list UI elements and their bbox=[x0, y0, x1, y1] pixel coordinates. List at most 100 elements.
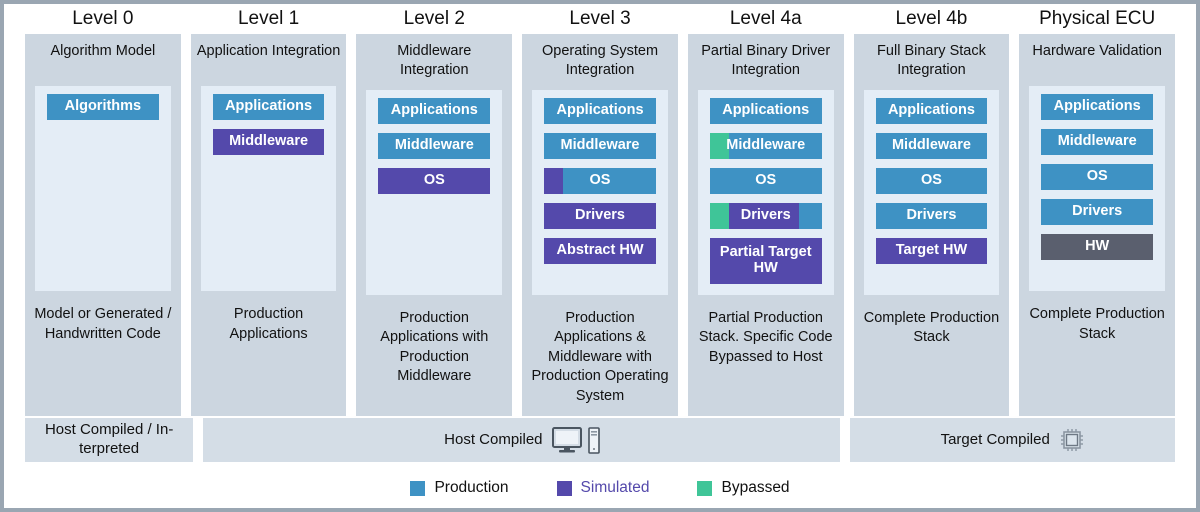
column-title: Application Integration bbox=[196, 43, 341, 59]
legend-swatch bbox=[697, 480, 713, 496]
layer-label: OS bbox=[1086, 168, 1108, 185]
stack-layer[interactable]: Middleware bbox=[544, 132, 656, 159]
legend: Production Simulated Bypassed bbox=[4, 468, 1196, 508]
layer-label: Applications bbox=[225, 98, 313, 115]
stack-layer[interactable]: Drivers bbox=[544, 202, 656, 229]
level-title: Level 2 bbox=[403, 8, 465, 29]
software-stack: Applications Middleware OS Drivers HW bbox=[1029, 86, 1166, 291]
stack-layer[interactable]: Partial Target HW bbox=[709, 237, 822, 284]
stack-layer[interactable]: Drivers bbox=[875, 202, 988, 229]
level-title: Level 4b bbox=[895, 8, 968, 29]
tower-icon bbox=[587, 426, 600, 454]
layer-label: Target HW bbox=[895, 242, 968, 259]
level-column[interactable]: Middleware Integration Applications Middle… bbox=[356, 34, 513, 416]
layer-label: Drivers bbox=[740, 207, 791, 224]
stack-layer[interactable]: Applications bbox=[378, 97, 491, 124]
stack-layer[interactable]: Applications bbox=[875, 97, 988, 124]
stack-layer[interactable]: Algorithms bbox=[47, 94, 159, 120]
software-stack: Algorithms bbox=[35, 86, 171, 291]
column-title: Full Binary Stack Integration bbox=[877, 43, 986, 78]
software-stack: Applications Middleware OS Drivers Abstract … bbox=[532, 89, 668, 295]
band-icons bbox=[551, 426, 600, 454]
band-label: Host Compiled bbox=[444, 430, 543, 448]
layer-label: Applications bbox=[722, 102, 810, 119]
stack-layer[interactable]: HW bbox=[1041, 234, 1154, 260]
legend-label: Simulated bbox=[580, 479, 650, 496]
software-stack: Applications Middleware OS bbox=[366, 89, 503, 295]
legend-item: Simulated bbox=[556, 479, 650, 497]
stack-layer[interactable]: Middleware bbox=[1041, 129, 1154, 155]
layer-label: Drivers bbox=[575, 207, 625, 224]
band-icons bbox=[1059, 427, 1085, 453]
legend-label: Production bbox=[434, 479, 509, 496]
stack-layer[interactable]: Middleware bbox=[212, 129, 325, 155]
compilation-band[interactable]: Host Compiled / In-terpreted bbox=[25, 418, 194, 462]
stack-layer[interactable]: Middleware bbox=[875, 132, 988, 159]
level-column[interactable]: Hardware Validation Applications Middlewar… bbox=[1019, 34, 1176, 416]
layer-label: Middleware bbox=[726, 137, 806, 154]
software-stack: Applications Middleware OS Drivers Partial T… bbox=[697, 89, 834, 295]
layer-label: OS bbox=[920, 172, 942, 189]
layer-segment bbox=[799, 202, 822, 229]
level-column[interactable]: Partial Binary Driver Integration Applica… bbox=[687, 34, 844, 416]
column-description: Complete Production Stack bbox=[863, 309, 1000, 346]
stack-layer[interactable]: OS bbox=[875, 167, 988, 194]
stack-layer[interactable]: OS bbox=[378, 167, 491, 194]
column-description: Model or Generated / Handwritten Code bbox=[34, 306, 172, 342]
layer-label: Applications bbox=[390, 102, 478, 119]
stack-layer[interactable]: Drivers bbox=[709, 202, 822, 229]
stack-layer[interactable]: Applications bbox=[212, 94, 325, 120]
legend-item: Bypassed bbox=[697, 479, 790, 497]
stack-layer[interactable]: OS bbox=[544, 167, 656, 194]
stack-layer[interactable]: Applications bbox=[544, 97, 656, 124]
layer-label: Middleware bbox=[891, 137, 971, 154]
layer-label: Drivers bbox=[1072, 203, 1123, 220]
level-title: Level 3 bbox=[569, 8, 631, 29]
layer-label: OS bbox=[589, 172, 611, 189]
layer-label: Middleware bbox=[560, 137, 640, 154]
legend-swatch bbox=[556, 480, 572, 496]
band-label: Host Compiled / In-terpreted bbox=[44, 421, 174, 457]
compilation-band[interactable]: Target Compiled bbox=[850, 418, 1175, 462]
stack-layer[interactable]: OS bbox=[1041, 164, 1154, 190]
level-columns: Algorithm Model Algorithms Model or Genera… bbox=[4, 34, 1196, 416]
column-description: Production Applications with Production … bbox=[380, 309, 489, 385]
column-description: Production Applications & Middleware wit… bbox=[531, 309, 669, 404]
level-column[interactable]: Full Binary Stack Integration Application… bbox=[853, 34, 1010, 416]
layer-label: Applications bbox=[1053, 98, 1141, 115]
level-title: Level 0 bbox=[72, 8, 134, 29]
levels-header-row: Level 0 Level 1 Level 2 Level 3 Level 4a Leve… bbox=[4, 4, 1196, 34]
stack-layer[interactable]: Applications bbox=[1041, 94, 1154, 120]
layer-label: OS bbox=[755, 172, 777, 189]
column-title: Middleware Integration bbox=[397, 43, 472, 78]
software-stack: Applications Middleware OS Drivers Target HW bbox=[863, 89, 1000, 295]
stack-layer[interactable]: Middleware bbox=[378, 132, 491, 159]
compilation-bands: Host Compiled / In-terpreted Host Compile… bbox=[4, 418, 1196, 462]
layer-label: Drivers bbox=[906, 207, 957, 224]
layer-label: Middleware bbox=[1057, 133, 1137, 150]
layer-label: Middleware bbox=[229, 133, 309, 150]
level-column[interactable]: Algorithm Model Algorithms Model or Genera… bbox=[25, 34, 181, 416]
column-description: Production Applications bbox=[229, 306, 308, 342]
compilation-band[interactable]: Host Compiled bbox=[203, 418, 841, 462]
layer-label: Abstract HW bbox=[556, 242, 644, 259]
level-column[interactable]: Operating System Integration Applications… bbox=[522, 34, 678, 416]
stack-layer[interactable]: Middleware bbox=[709, 132, 822, 159]
level-column[interactable]: Application Integration Applications Middl… bbox=[190, 34, 347, 416]
stack-layer[interactable]: Drivers bbox=[1041, 199, 1154, 225]
layer-segment bbox=[544, 167, 564, 194]
layer-label: Applications bbox=[887, 102, 975, 119]
stack-layer[interactable]: Abstract HW bbox=[544, 237, 656, 264]
layer-label: Partial Target HW bbox=[719, 244, 812, 276]
level-title: Level 4a bbox=[729, 8, 802, 29]
stack-layer[interactable]: Target HW bbox=[875, 237, 988, 264]
layer-label: Middleware bbox=[394, 137, 474, 154]
layer-label: OS bbox=[423, 172, 445, 189]
legend-swatch bbox=[410, 480, 426, 496]
stack-layer[interactable]: Applications bbox=[709, 97, 822, 124]
column-description: Partial Production Stack. Specific Code … bbox=[698, 309, 833, 365]
column-title: Partial Binary Driver Integration bbox=[701, 43, 831, 78]
legend-label: Bypassed bbox=[721, 479, 790, 496]
stack-layer[interactable]: OS bbox=[709, 167, 822, 194]
layer-label: Algorithms bbox=[64, 98, 142, 115]
